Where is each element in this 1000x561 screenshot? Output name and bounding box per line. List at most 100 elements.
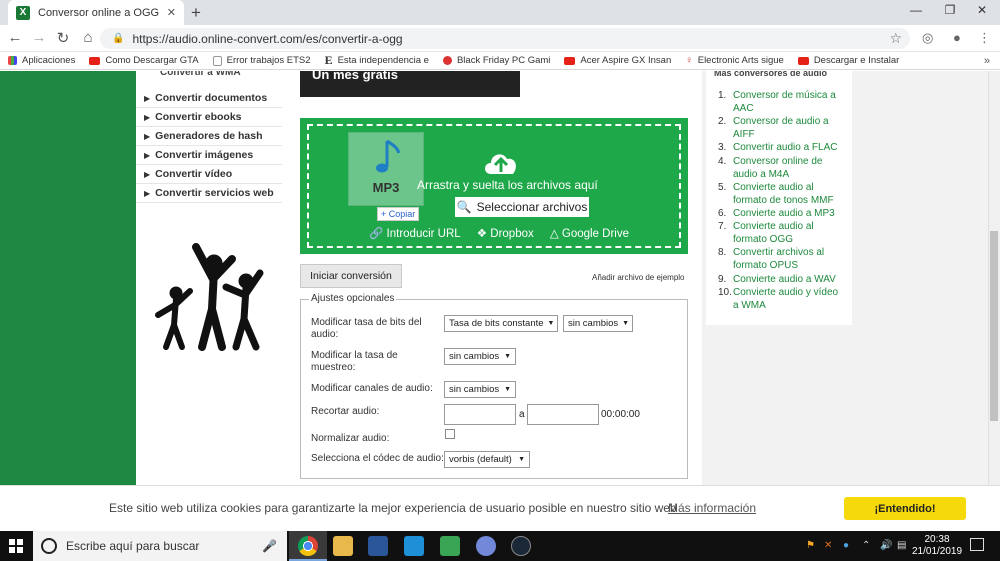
converter-link[interactable]: Convertir archivos al formato OPUS: [733, 246, 846, 272]
bitrate-mode-select[interactable]: Tasa de bits constante ▼: [444, 315, 558, 332]
bookmark-item[interactable]: Acer Aspire GX Insan: [564, 55, 671, 66]
converter-link[interactable]: Convierte audio a MP3: [733, 207, 835, 220]
url-source-link[interactable]: 🔗 Introducir URL: [369, 226, 461, 240]
trim-start-input[interactable]: [444, 404, 516, 425]
google-drive-source-link[interactable]: △ Google Drive: [550, 226, 629, 240]
brand-sidebar: [0, 71, 136, 485]
nav-item-label: Generadores de hash: [155, 130, 263, 142]
samplerate-select[interactable]: sin cambios ▼: [444, 348, 516, 365]
bookmarks-overflow-icon[interactable]: »: [984, 55, 990, 67]
word-icon[interactable]: [368, 536, 388, 556]
nav-item-video[interactable]: ▶ Convertir vídeo: [136, 165, 282, 184]
list-item[interactable]: 8. Convertir archivos al formato OPUS: [718, 246, 846, 272]
bookmark-item[interactable]: ♀ Electronic Arts sigue: [685, 55, 784, 66]
language-icon[interactable]: ▤: [897, 540, 906, 551]
steam-icon[interactable]: [511, 536, 531, 556]
promo-banner[interactable]: Un mes gratis: [300, 71, 520, 97]
converter-link[interactable]: Conversor de música a AAC: [733, 89, 846, 115]
file-explorer-icon[interactable]: [333, 536, 353, 556]
tray-app-icon[interactable]: ✕: [824, 540, 832, 551]
notepad-icon[interactable]: [440, 536, 460, 556]
bookmark-apps[interactable]: Aplicaciones: [8, 55, 75, 66]
nav-item-ebooks[interactable]: ▶ Convertir ebooks: [136, 108, 282, 127]
cookie-more-info-link[interactable]: Más información: [668, 501, 756, 515]
converter-link[interactable]: Conversor online de audio a M4A: [733, 155, 846, 181]
list-item[interactable]: 1. Conversor de música a AAC: [718, 89, 846, 115]
scrollbar-thumb[interactable]: [990, 231, 998, 421]
dropbox-source-link[interactable]: ❖ Dropbox: [477, 226, 534, 240]
nav-item-hash[interactable]: ▶ Generadores de hash: [136, 127, 282, 146]
page-scrollbar[interactable]: [988, 71, 1000, 485]
forward-icon[interactable]: →: [30, 29, 48, 46]
extension-icon[interactable]: ◎: [922, 30, 933, 46]
minimize-icon[interactable]: —: [906, 3, 926, 17]
converter-link[interactable]: Conversor de audio a AIFF: [733, 115, 846, 141]
converter-link[interactable]: Convierte audio al formato OGG: [733, 220, 846, 246]
list-item[interactable]: 7. Convierte audio al formato OGG: [718, 220, 846, 246]
converter-link[interactable]: Convierte audio y vídeo a WMA: [733, 286, 846, 312]
volume-icon[interactable]: 🔊: [880, 540, 892, 551]
windows-start-icon[interactable]: [9, 539, 23, 553]
app-window-icon[interactable]: [404, 536, 424, 556]
trim-end-input[interactable]: [527, 404, 599, 425]
bitrate-value-select[interactable]: sin cambios ▼: [563, 315, 633, 332]
reload-icon[interactable]: ↻: [54, 29, 72, 47]
converter-link[interactable]: Convierte audio al formato de tonos MMF: [733, 181, 846, 207]
bookmark-item[interactable]: Como Descargar GTA: [89, 55, 199, 66]
upload-dropzone[interactable]: MP3 Arrastra y suelta los archivos aquí …: [300, 118, 688, 254]
nav-item-partial[interactable]: Convertir a WMA: [136, 71, 282, 80]
bookmark-item[interactable]: E Esta independencia e: [325, 53, 429, 68]
google-drive-icon: △: [549, 228, 559, 240]
bookmark-item[interactable]: Descargar e Instalar: [797, 55, 899, 66]
list-item[interactable]: 3. Convertir audio a FLAC: [718, 141, 846, 154]
menu-kebab-icon[interactable]: ⋮: [978, 30, 991, 46]
chevron-down-icon: ▼: [518, 456, 525, 463]
converter-link[interactable]: Convertir audio a FLAC: [733, 141, 838, 154]
back-icon[interactable]: ←: [6, 29, 24, 46]
bookmark-item[interactable]: Black Friday PC Gami: [442, 55, 550, 66]
list-item[interactable]: 5. Convierte audio al formato de tonos MM…: [718, 181, 846, 207]
figure-icon: ♀: [685, 55, 693, 66]
cookie-accept-button[interactable]: ¡Entendido!: [844, 497, 966, 520]
list-number: 8.: [718, 247, 727, 259]
new-tab-icon[interactable]: +: [191, 3, 201, 23]
system-clock[interactable]: 20:38 21/01/2019: [912, 534, 962, 558]
tray-app-icon[interactable]: ⚑: [806, 540, 815, 551]
nav-item-documents[interactable]: ▶ Convertir documentos: [136, 89, 282, 108]
list-item[interactable]: 4. Conversor online de audio a M4A: [718, 155, 846, 181]
close-icon[interactable]: ✕: [167, 6, 176, 19]
maximize-icon[interactable]: ❐: [940, 3, 960, 17]
list-item[interactable]: 10. Convierte audio y vídeo a WMA: [718, 286, 846, 312]
channels-select[interactable]: sin cambios ▼: [444, 381, 516, 398]
cookie-banner: Este sitio web utiliza cookies para gara…: [0, 485, 1000, 531]
converter-link[interactable]: Convierte audio a WAV: [733, 273, 836, 286]
tab-active[interactable]: X Conversor online a OGG ✕: [8, 0, 184, 25]
list-item[interactable]: 9. Convierte audio a WAV: [718, 273, 846, 286]
start-conversion-button[interactable]: Iniciar conversión: [300, 264, 402, 288]
cookie-text: Este sitio web utiliza cookies para gara…: [109, 501, 677, 515]
address-bar[interactable]: 🔒 https://audio.online-convert.com/es/co…: [100, 28, 910, 49]
nav-item-webservices[interactable]: ▶ Convertir servicios web: [136, 184, 282, 203]
bookmark-star-icon[interactable]: ☆: [889, 30, 902, 47]
profile-icon[interactable]: ●: [953, 30, 961, 45]
microphone-icon[interactable]: 🎤: [262, 539, 277, 553]
window-close-icon[interactable]: ✕: [972, 3, 992, 17]
notifications-icon[interactable]: [970, 538, 984, 551]
samplerate-label: Modificar la tasa de muestreo:: [311, 350, 398, 373]
nav-item-images[interactable]: ▶ Convertir imágenes: [136, 146, 282, 165]
select-files-button[interactable]: 🔍 Seleccionar archivos: [455, 197, 589, 217]
list-item[interactable]: 6. Convierte audio a MP3: [718, 207, 846, 220]
select-value: sin cambios: [449, 351, 500, 362]
chevron-up-icon[interactable]: ⌃: [862, 540, 870, 551]
apps-grid-icon: [8, 56, 17, 65]
select-value: sin cambios: [568, 318, 619, 329]
discord-icon[interactable]: [476, 536, 496, 556]
normalize-checkbox[interactable]: [445, 429, 455, 439]
tray-app-icon[interactable]: ●: [843, 540, 849, 551]
bookmark-item[interactable]: Error trabajos ETS2: [212, 55, 311, 66]
home-icon[interactable]: ⌂: [79, 29, 97, 46]
taskbar-search[interactable]: Escribe aquí para buscar 🎤: [33, 531, 287, 561]
add-sample-file-link[interactable]: Añadir archivo de ejemplo: [592, 273, 685, 282]
list-item[interactable]: 2. Conversor de audio a AIFF: [718, 115, 846, 141]
codec-select[interactable]: vorbis (default) ▼: [444, 451, 530, 468]
